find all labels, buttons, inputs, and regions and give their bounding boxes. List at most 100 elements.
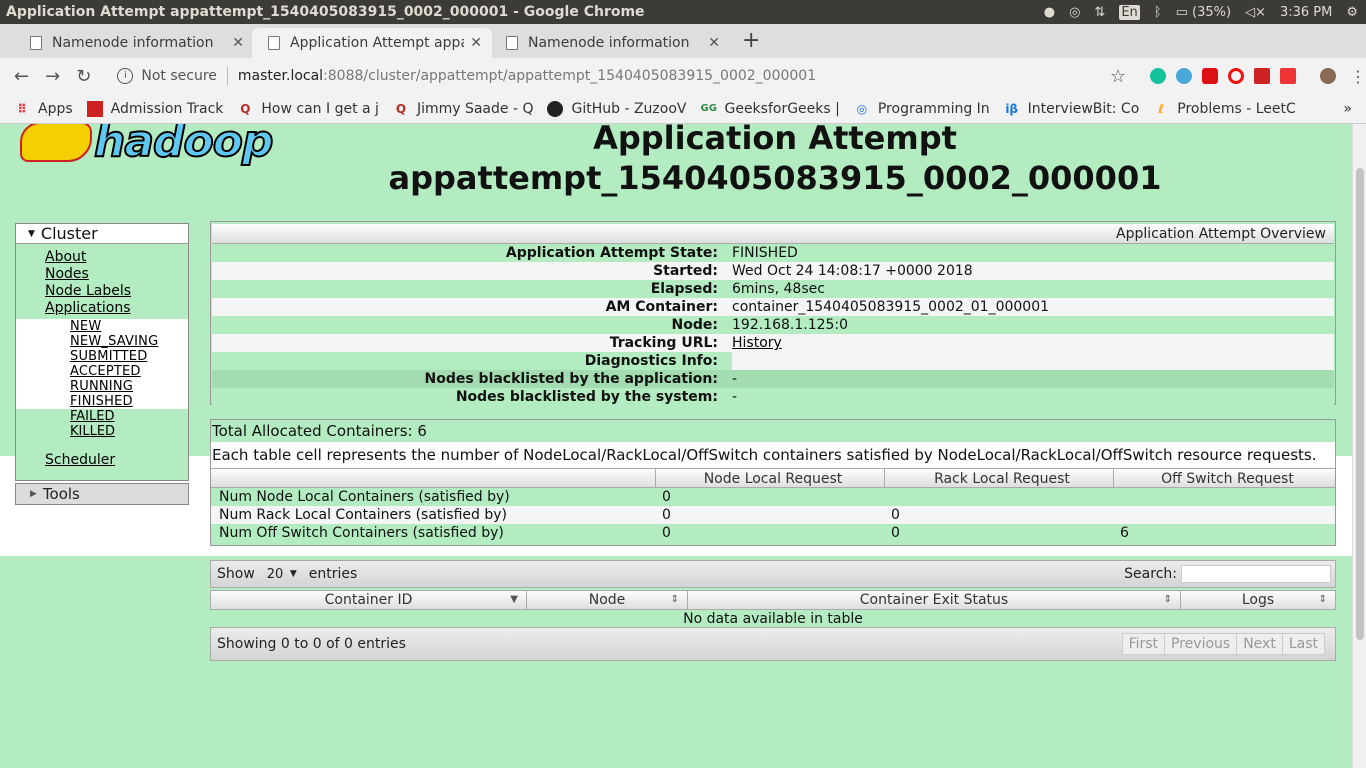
nav-link-applications[interactable]: Applications [45,300,188,317]
col-container-id[interactable]: Container ID ▼ [211,591,527,609]
sort-both-icon: ⇕ [1318,594,1327,605]
table-cell: 0 [891,525,900,541]
bookmark-label: Admission Track [110,100,224,117]
col-node[interactable]: Node ⇕ [527,591,688,609]
nav-link-killed[interactable]: KILLED [70,424,188,439]
col-exit-status[interactable]: Container Exit Status ⇕ [688,591,1181,609]
overview-label: Tracking URL: [609,335,718,351]
nav-link-nodes[interactable]: Nodes [45,266,188,283]
battery-indicator[interactable]: ▭ (35%) [1176,5,1231,20]
extension-play-icon[interactable] [1201,68,1218,84]
page-icon [30,36,42,50]
bookmark-quora-1[interactable]: Q How can I get a j [237,101,379,117]
search-input[interactable] [1181,565,1331,583]
tab-strip: Namenode information ✕ Application Attem… [0,24,1366,58]
window-title: Application Attempt appattempt_154040508… [6,4,645,20]
bookmark-label: Jimmy Saade - Q [416,100,534,117]
bookmark-label: GitHub - ZuzooV [571,100,687,117]
bookmark-interviewbit[interactable]: iβ InterviewBit: Co [1004,101,1139,117]
new-tab-icon[interactable]: + [728,28,772,55]
nav-link-submitted[interactable]: SUBMITTED [70,349,188,364]
show-label: Show [217,566,255,582]
table-row: Num Off Switch Containers (satisfied by)… [211,524,1335,542]
network-icon[interactable]: ⇅ [1094,5,1105,20]
tracking-url-link[interactable]: History [732,335,782,351]
datatable-footer: Showing 0 to 0 of 0 entries First Previo… [210,627,1336,661]
bluetooth-icon[interactable]: ᛒ [1154,5,1162,20]
record-icon[interactable]: ● [1044,5,1055,20]
clock[interactable]: 3:36 PM [1280,5,1332,20]
cluster-nav-header[interactable]: ▼ Cluster [16,224,188,244]
nav-link-scheduler[interactable]: Scheduler [45,452,115,468]
tools-nav-header[interactable]: ▶ Tools [15,483,189,505]
overview-value: Wed Oct 24 14:08:17 +0000 2018 [732,263,973,279]
previous-page-button[interactable]: Previous [1165,634,1238,654]
page-icon [268,36,280,50]
extension-circle-icon[interactable] [1175,68,1192,84]
overview-value: - [732,371,738,387]
bookmark-star-icon[interactable]: ☆ [1110,66,1126,87]
overview-row: Nodes blacklisted by the system: - [212,388,1334,406]
bookmark-programming[interactable]: ◎ Programming In [854,101,990,117]
tab-application-attempt[interactable]: Application Attempt appa ✕ [252,28,492,58]
sort-desc-icon: ▼ [510,594,518,605]
extension-square-icon[interactable] [1279,68,1296,84]
url-field[interactable]: i Not secure master.local:8088/cluster/a… [107,62,1095,90]
close-tab-icon[interactable]: ✕ [708,35,720,51]
first-page-button[interactable]: First [1122,634,1166,654]
interviewbit-icon: iβ [1005,101,1019,116]
tab-namenode-1[interactable]: Namenode information ✕ [14,28,254,58]
system-indicators: ● ◎ ⇅ En ᛒ ▭ (35%) ◁× 3:36 PM ⚙ [1044,4,1366,20]
nav-link-new-saving[interactable]: NEW_SAVING [70,334,188,349]
nav-link-running[interactable]: RUNNING [70,379,188,394]
sync-icon[interactable]: ◎ [1069,5,1080,20]
overview-value: History [732,334,1334,352]
volume-icon[interactable]: ◁× [1245,5,1266,20]
keyboard-layout[interactable]: En [1119,4,1140,20]
bookmark-github[interactable]: GitHub - ZuzooV [547,100,687,117]
close-tab-icon[interactable]: ✕ [470,35,482,51]
menu-kebab-icon[interactable]: ⋮ [1350,67,1366,86]
triangle-down-icon: ▼ [28,228,35,239]
nav-link-finished[interactable]: FINISHED [70,394,188,409]
nav-link-new[interactable]: NEW [70,319,188,334]
nav-link-node-labels[interactable]: Node Labels [45,283,188,300]
search-section: Search: [1124,565,1331,583]
nav-link-accepted[interactable]: ACCEPTED [70,364,188,379]
bookmark-admission[interactable]: Admission Track [86,100,224,117]
reload-icon[interactable]: ↻ [68,66,99,87]
last-page-button[interactable]: Last [1282,634,1324,654]
close-tab-icon[interactable]: ✕ [232,35,244,51]
more-bookmarks-icon[interactable]: » [1343,101,1352,117]
grammarly-icon[interactable] [1149,68,1166,84]
forward-arrow-icon[interactable]: → [37,66,68,87]
profile-avatar[interactable] [1319,68,1336,84]
page-title-line2: appattempt_1540405083915_0002_000001 [388,159,1162,197]
scrollbar-thumb[interactable] [1356,168,1364,640]
nav-link-about[interactable]: About [45,249,188,266]
extension-book-icon[interactable] [1253,68,1270,84]
table-cell: 0 [662,489,671,505]
allocation-col-header: Rack Local Request [885,469,1114,487]
scheduler-section: Scheduler [16,439,188,468]
bookmark-quora-2[interactable]: Q Jimmy Saade - Q [393,101,534,117]
col-logs[interactable]: Logs ⇕ [1181,591,1335,609]
elephant-icon [20,124,92,162]
overview-label: AM Container: [605,299,718,315]
opera-icon[interactable] [1227,68,1244,84]
triangle-right-icon: ▶ [30,489,37,499]
next-page-button[interactable]: Next [1237,634,1283,654]
back-arrow-icon[interactable]: ← [6,66,37,87]
bookmark-apps[interactable]: ⠿ Apps [14,101,72,117]
battery-icon: ▭ [1175,4,1188,20]
settings-gear-icon[interactable]: ⚙ [1346,5,1358,20]
overview-value: 192.168.1.125:0 [732,317,849,333]
attempt-overview: Application Attempt Overview Application… [210,221,1336,406]
tab-namenode-2[interactable]: Namenode information ✕ [490,28,730,58]
info-icon[interactable]: i [117,68,134,84]
page-scrollbar[interactable] [1352,124,1366,768]
bookmark-geeksforgeeks[interactable]: GG GeeksforGeeks | [700,101,839,117]
page-size-select[interactable]: 20 ▼ [263,565,301,583]
bookmark-leetcode[interactable]: ℓ Problems - LeetC [1153,101,1295,117]
nav-link-failed[interactable]: FAILED [70,409,188,424]
